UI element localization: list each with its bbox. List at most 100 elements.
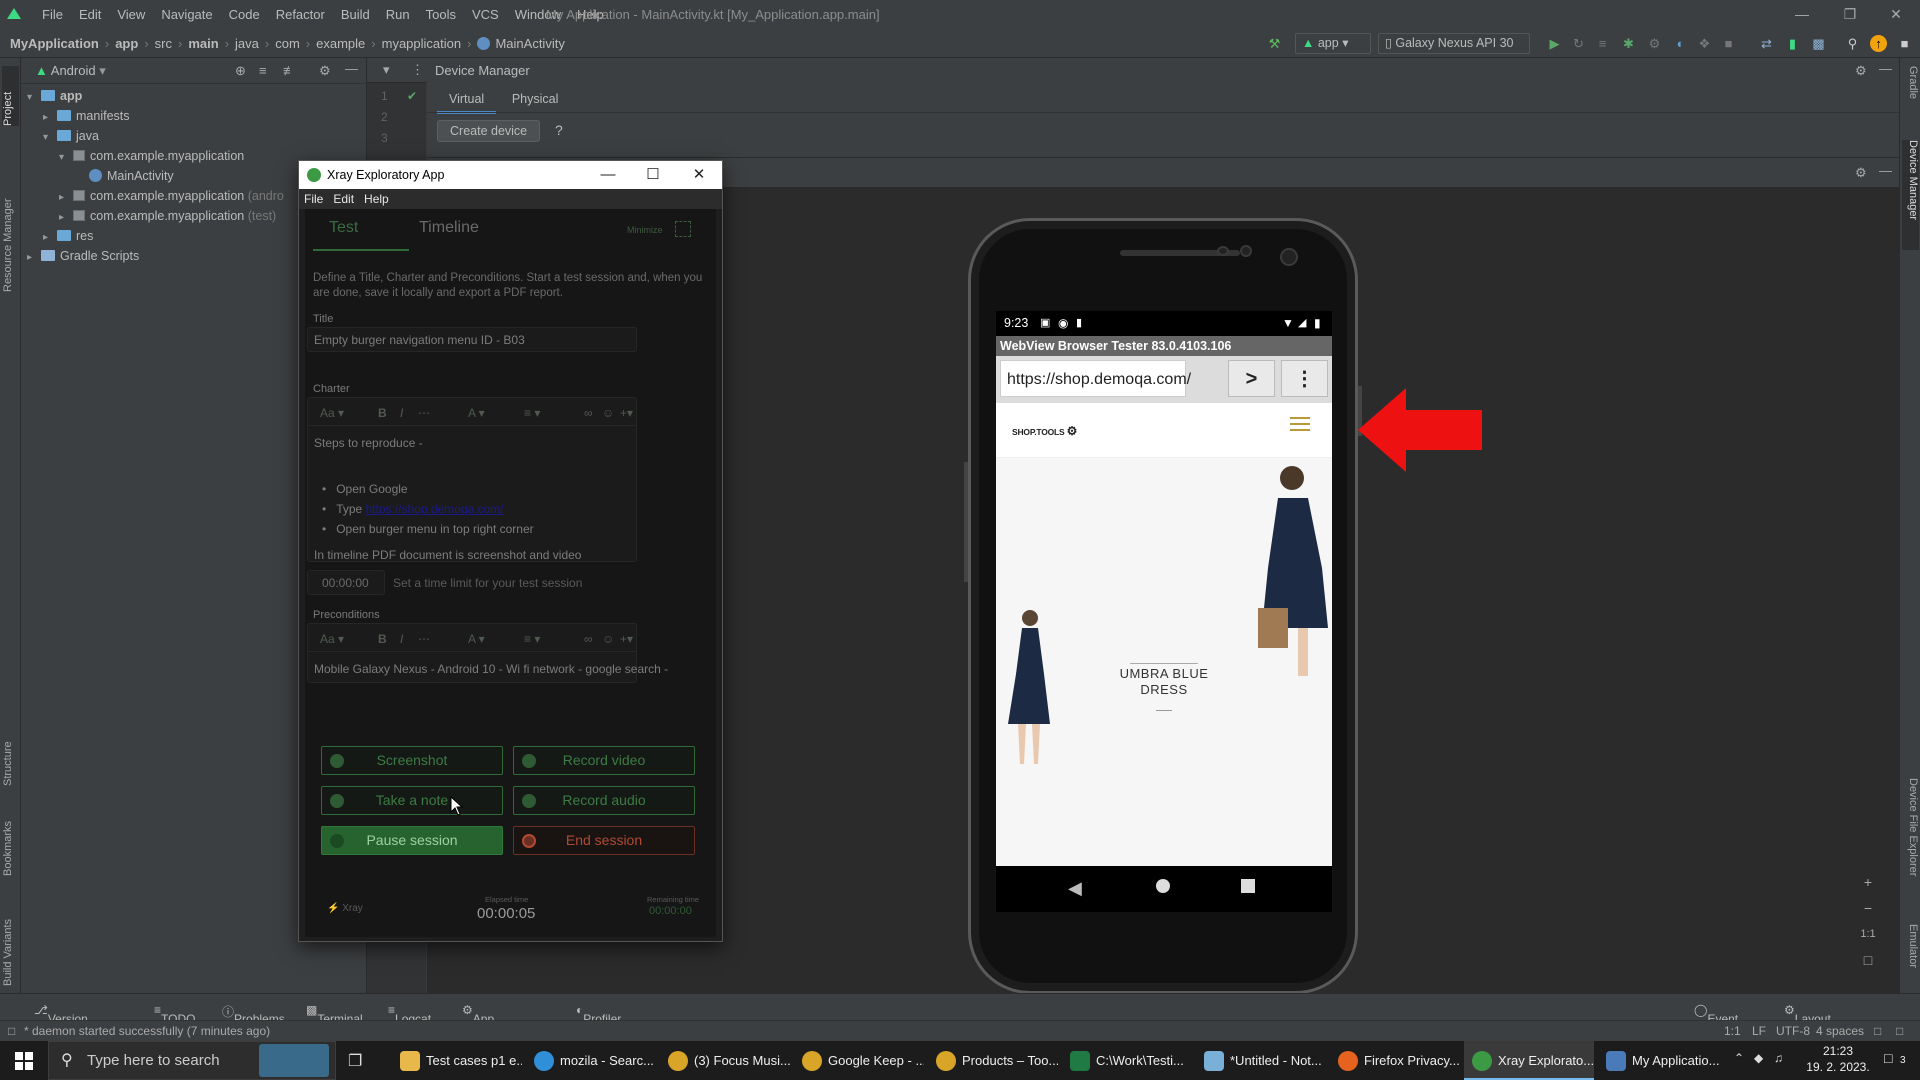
tab-profiler[interactable]: ◐ Profiler [576, 1003, 621, 1026]
profiler-icon[interactable]: ◐ [1672, 35, 1689, 52]
menu-code[interactable]: Code [221, 0, 268, 29]
more-icon[interactable]: ⋮ [411, 62, 424, 78]
tab-problems[interactable]: ⓘ Problems [222, 1003, 285, 1026]
tree-item-mainactivity[interactable]: MainActivity [75, 166, 174, 186]
webview-menu-button[interactable]: ⋮ [1281, 360, 1328, 397]
shop-logo[interactable]: SHOP.TOOLS ⚙ [1012, 424, 1077, 438]
font-size-button[interactable]: Aa ▾ [320, 632, 344, 646]
xray-menu-file[interactable]: File [299, 189, 328, 209]
expand-all-icon[interactable]: ≡ [259, 63, 267, 78]
volume-button[interactable] [964, 462, 968, 582]
taskbar-app-chrome-2[interactable]: Google Keep - ... [794, 1041, 924, 1080]
tab-device-file-explorer[interactable]: Device File Explorer [1902, 778, 1919, 898]
wifi-icon[interactable]: ◆ [1754, 1051, 1763, 1065]
tree-item-gradle-scripts[interactable]: ▸ Gradle Scripts [27, 246, 139, 266]
tab-project[interactable]: Project [2, 66, 19, 126]
status-message[interactable]: * daemon started successfully (7 minutes… [24, 1024, 270, 1038]
crumb-myapplication[interactable]: myapplication [382, 29, 462, 58]
menu-run[interactable]: Run [378, 0, 418, 29]
more-icon[interactable]: ⋯ [418, 406, 430, 420]
tree-item-manifests[interactable]: ▸ manifests [43, 106, 130, 126]
create-device-button[interactable]: Create device [437, 120, 541, 142]
taskbar-app-chrome-1[interactable]: (3) Focus Musi... [660, 1041, 790, 1080]
text-color-icon[interactable]: A ▾ [468, 632, 485, 646]
run-config-select[interactable]: ▲ app ▾ [1295, 33, 1371, 54]
tab-todo[interactable]: ≡ TODO [154, 1003, 195, 1026]
hide-panel-icon[interactable]: — [345, 61, 358, 76]
status-icon[interactable]: □ [8, 1024, 15, 1038]
tree-item-package-test[interactable]: ▸ com.example.myapplication (test) [59, 206, 276, 226]
crumb-java[interactable]: java [235, 29, 259, 58]
preconditions-editor[interactable]: Aa ▾ B I ⋯ A ▾ ≡ ▾ ∞ ☺ +▾ Mobile Galaxy … [307, 623, 668, 683]
close-icon[interactable]: ✕ [684, 165, 714, 185]
hammer-icon[interactable]: ⚒ [1266, 35, 1283, 52]
tab-event-log[interactable]: ◯ Event Log [1694, 1003, 1738, 1040]
list-icon[interactable]: ≡ ▾ [524, 632, 540, 646]
tab-timeline[interactable]: Timeline [419, 219, 479, 237]
menu-vcs[interactable]: VCS [464, 0, 507, 29]
bold-icon[interactable]: B [378, 406, 387, 420]
volume-icon[interactable]: ♫ [1774, 1051, 1783, 1065]
time-limit-input[interactable]: 00:00:00 [307, 570, 385, 595]
lock-icon[interactable]: □ [1874, 1024, 1881, 1038]
taskbar-app-chrome-3[interactable]: Products – Too... [928, 1041, 1058, 1080]
minimize-button[interactable]: Minimize [627, 225, 663, 235]
project-view-select[interactable]: ▲ Android ▾ [35, 63, 106, 79]
tab-device-manager[interactable]: Device Manager [1902, 140, 1919, 250]
bold-icon[interactable]: B [378, 632, 387, 646]
tab-bookmarks[interactable]: Bookmarks [2, 796, 19, 876]
indent-setting[interactable]: 4 spaces [1816, 1024, 1864, 1038]
menu-build[interactable]: Build [333, 0, 378, 29]
tab-emulator[interactable]: Emulator [1902, 924, 1919, 988]
menu-edit[interactable]: Edit [71, 0, 109, 29]
zoom-in-icon[interactable]: + [1858, 872, 1878, 892]
record-audio-button[interactable]: Record audio [513, 786, 695, 815]
tree-item-res[interactable]: ▸ res [43, 226, 93, 246]
crumb-example[interactable]: example [316, 29, 365, 58]
zoom-ratio-button[interactable]: 1:1 [1858, 924, 1878, 944]
tab-structure[interactable]: Structure [2, 716, 19, 786]
link-icon[interactable]: ∞ [584, 406, 593, 420]
burger-menu-icon[interactable] [1290, 417, 1310, 431]
updates-icon[interactable]: ↑ [1870, 35, 1887, 52]
tab-build-variants[interactable]: Build Variants [2, 896, 19, 986]
text-color-icon[interactable]: A ▾ [468, 406, 485, 420]
more-icon[interactable]: ⋯ [418, 632, 430, 646]
crumb-com[interactable]: com [275, 29, 300, 58]
help-icon[interactable]: ? [555, 122, 563, 138]
sync-gradle-icon[interactable]: ⇄ [1758, 35, 1775, 52]
crumb-src[interactable]: src [155, 29, 172, 58]
file-encoding[interactable]: UTF-8 [1776, 1024, 1810, 1038]
tree-item-app[interactable]: ▾ app [27, 86, 82, 106]
apply-changes-icon[interactable]: ≡ [1594, 35, 1611, 52]
take-note-button[interactable]: Take a note [321, 786, 503, 815]
search-icon[interactable]: ⚲ [1844, 35, 1861, 52]
tree-item-java[interactable]: ▾ java [43, 126, 99, 146]
settings-icon[interactable]: ■ [1896, 35, 1913, 52]
pause-session-button[interactable]: Pause session [321, 826, 503, 855]
title-input[interactable]: Empty burger navigation menu ID - B03 [307, 327, 637, 352]
menu-refactor[interactable]: Refactor [268, 0, 333, 29]
minimize-icon[interactable]: — [593, 165, 623, 185]
hero-banner[interactable]: UMBRA BLUE DRESS [996, 458, 1332, 866]
emoji-icon[interactable]: ☺ [602, 406, 614, 420]
list-icon[interactable]: ≡ ▾ [524, 406, 540, 420]
italic-icon[interactable]: I [400, 632, 403, 646]
taskbar-app-explorer[interactable]: Test cases p1 e... [392, 1041, 522, 1080]
attach-debugger-icon[interactable]: ⚙ [1646, 35, 1663, 52]
collapse-all-icon[interactable]: ≢ [283, 63, 296, 78]
line-separator[interactable]: LF [1752, 1024, 1766, 1038]
tree-item-package-main[interactable]: ▾ com.example.myapplication [59, 146, 244, 166]
gear-icon[interactable]: ⚙ [1855, 165, 1867, 181]
menu-view[interactable]: View [109, 0, 153, 29]
rerun-icon[interactable]: ↻ [1570, 35, 1587, 52]
italic-icon[interactable]: I [400, 406, 403, 420]
url-input[interactable]: https://shop.demoqa.com/ [1000, 360, 1191, 397]
tab-app-inspection[interactable]: ⚙ App Inspection [462, 1003, 527, 1040]
task-view-icon[interactable]: ❐ [348, 1051, 368, 1071]
sdk-manager-icon[interactable]: ▩ [1810, 35, 1827, 52]
taskbar-app-edge[interactable]: mozila - Searc... [526, 1041, 656, 1080]
emoji-icon[interactable]: ☺ [602, 632, 614, 646]
tab-virtual[interactable]: Virtual [437, 87, 497, 114]
recents-icon[interactable] [1241, 879, 1255, 893]
